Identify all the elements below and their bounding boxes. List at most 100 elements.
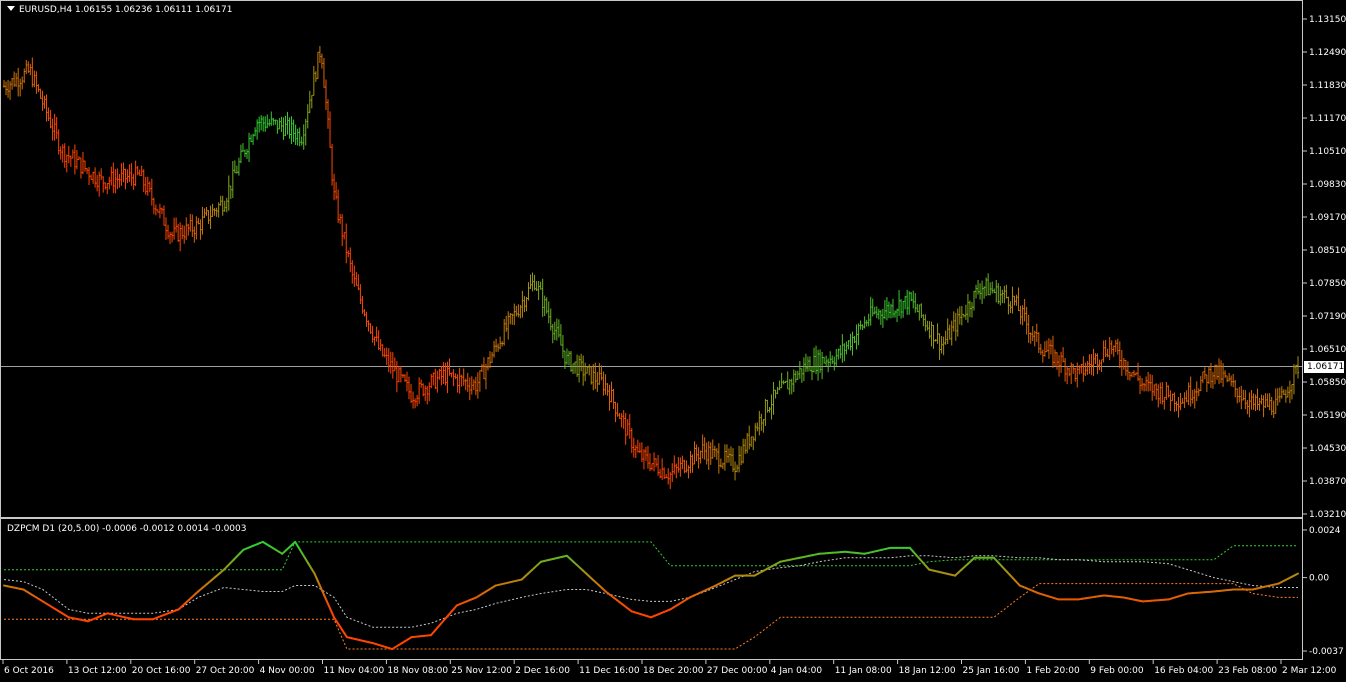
price-bar: [580, 353, 583, 372]
price-bar: [1137, 362, 1140, 381]
price-bar: [1047, 338, 1050, 359]
price-bar: [705, 442, 708, 465]
price-bar: [100, 168, 103, 180]
price-bar: [381, 344, 384, 357]
price-bar: [270, 111, 273, 126]
price-bar: [266, 114, 269, 129]
price-bar: [1179, 392, 1182, 411]
price-bar: [1153, 384, 1156, 397]
price-bar: [464, 378, 467, 391]
price-bar: [229, 185, 232, 199]
time-axis-label: 13 Oct 12:00: [68, 666, 127, 676]
price-bar: [661, 458, 664, 480]
price-axis-label: 1.05850: [1309, 378, 1346, 388]
price-bar: [227, 175, 230, 211]
price-bar: [1238, 386, 1241, 403]
price-bar: [604, 374, 607, 395]
price-bar: [144, 176, 147, 195]
price-bar: [614, 401, 617, 423]
price-bar: [1280, 386, 1283, 399]
price-bar: [1051, 335, 1054, 368]
price-bar: [576, 354, 579, 377]
price-bar: [754, 423, 757, 442]
price-bar: [946, 318, 949, 345]
price-bar: [11, 77, 14, 90]
price-bar: [561, 335, 564, 359]
price-bar: [636, 439, 639, 453]
price-bar: [1043, 341, 1046, 357]
price-bar: [418, 377, 421, 404]
price-bar: [565, 348, 568, 365]
price-bar: [841, 334, 844, 363]
indicator-axis-label: -0.0037: [1309, 647, 1344, 657]
price-bar: [762, 419, 765, 433]
price-bar: [1187, 382, 1190, 406]
price-bar: [393, 357, 396, 372]
price-bar: [802, 357, 805, 382]
chart-canvas[interactable]: 1.13150 1.12490 1.11830 1.11170 1.10510 1.098…: [0, 0, 1346, 682]
price-bar: [49, 109, 52, 129]
price-bar: [75, 149, 78, 170]
oscillator-segment: [326, 601, 332, 612]
price-bar: [1031, 326, 1034, 341]
price-bar: [1240, 385, 1243, 410]
price-bar: [199, 219, 202, 240]
price-bar: [543, 295, 546, 316]
price-bar: [1230, 375, 1233, 387]
price-bar: [306, 104, 309, 129]
oscillator-segment: [320, 587, 326, 597]
price-bar: [855, 324, 858, 350]
price-bar: [312, 66, 315, 96]
price-bar: [383, 348, 386, 358]
price-bar: [924, 314, 927, 332]
price-bar: [501, 341, 504, 347]
price-bar: [1246, 400, 1249, 415]
price-bar: [51, 118, 54, 141]
price-bar: [1082, 356, 1085, 382]
price-bar: [428, 382, 431, 402]
price-bar: [454, 373, 457, 380]
price-bar: [555, 318, 558, 341]
chart-window[interactable]: EURUSD,H4 1.06155 1.06236 1.06111 1.0617…: [0, 0, 1346, 682]
price-bar: [1165, 382, 1168, 401]
price-bar: [1290, 384, 1293, 400]
price-bar: [770, 394, 773, 420]
price-bar: [63, 143, 66, 168]
time-axis-label: 25 Nov 12:00: [451, 666, 512, 676]
price-bar: [37, 84, 40, 93]
price-bar: [375, 326, 378, 342]
price-bar: [225, 197, 228, 213]
price-bar: [776, 386, 779, 395]
price-bar: [316, 51, 319, 80]
price-bar: [545, 297, 548, 314]
price-bar: [663, 467, 666, 479]
price-bar: [495, 338, 498, 353]
price-bar: [521, 290, 524, 318]
price-bar: [559, 324, 562, 346]
price-bar: [975, 284, 978, 299]
price-bar: [557, 319, 560, 338]
time-axis-label: 4 Jan 04:00: [771, 666, 823, 676]
price-bar: [517, 304, 520, 318]
price-bar: [1128, 371, 1131, 381]
price-bar: [1098, 359, 1101, 371]
price-bar: [810, 365, 813, 381]
price-bar: [31, 57, 34, 88]
price-bar: [671, 463, 674, 483]
price-bar: [646, 445, 649, 469]
price-bar: [989, 282, 992, 296]
price-bar: [772, 382, 775, 415]
price-bar: [1193, 388, 1196, 409]
price-bar: [450, 372, 453, 378]
price-bar: [723, 444, 726, 471]
price-bar: [972, 290, 975, 311]
price-bar: [424, 385, 427, 401]
price-bar: [329, 111, 332, 148]
price-bar: [541, 278, 544, 317]
price-bar: [697, 447, 700, 469]
price-bar: [25, 60, 28, 75]
price-bar: [505, 315, 508, 332]
price-bar: [353, 265, 356, 287]
price-bar: [1157, 384, 1160, 408]
price-bar: [21, 76, 24, 90]
